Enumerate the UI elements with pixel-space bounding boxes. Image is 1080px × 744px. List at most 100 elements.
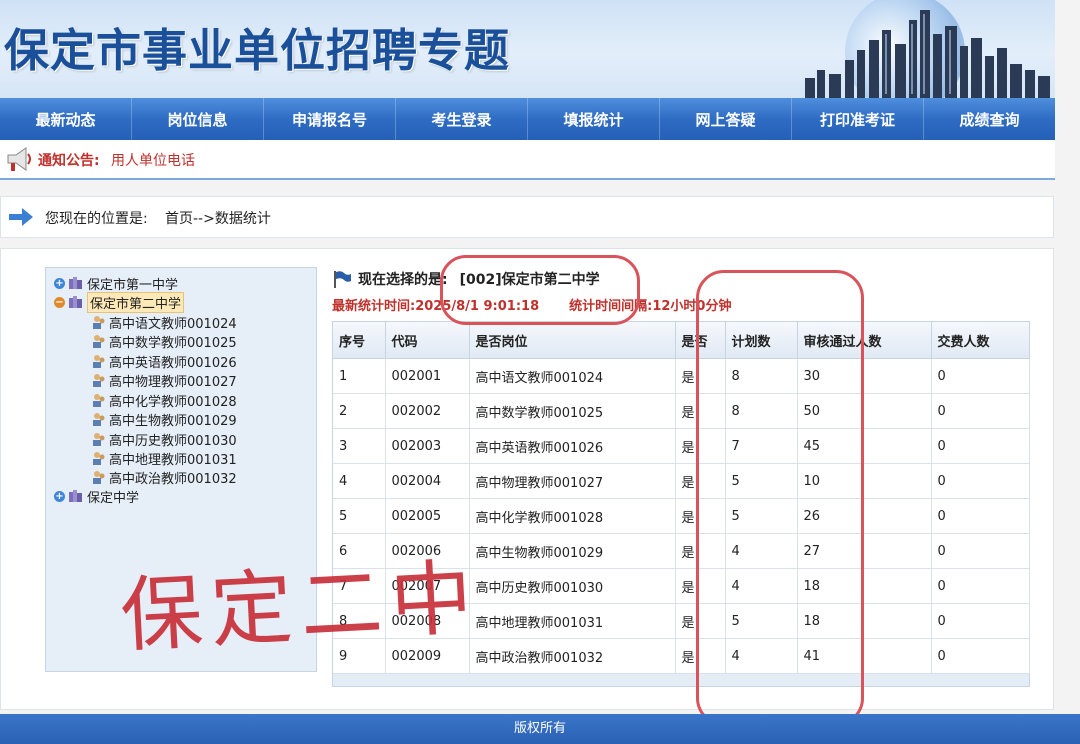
tree-leaf-label: 高中历史教师001030	[109, 433, 237, 449]
tree-node-label: 保定市第二中学	[87, 291, 185, 313]
cell-paid: 0	[931, 498, 1030, 534]
tree-leaf-position[interactable]: 高中地理教师001031	[92, 449, 237, 468]
selection-header: 现在选择的是: [002]保定市第二中学	[332, 269, 600, 289]
tree-leaf-position[interactable]: 高中政治教师001032	[92, 468, 237, 487]
cell-code: 002001	[385, 358, 470, 394]
cell-index: 6	[333, 533, 386, 569]
nav-item-latest-news[interactable]: 最新动态	[0, 98, 132, 140]
cell-approved: 41	[797, 638, 932, 674]
tree-leaf-position[interactable]: 高中历史教师001030	[92, 430, 237, 449]
cell-plan: 5	[725, 463, 798, 499]
col-header-index: 序号	[333, 322, 386, 359]
col-header-flag: 是否	[675, 322, 726, 359]
cell-code: 002005	[385, 498, 470, 534]
person-icon	[93, 471, 105, 484]
tree-node-label: 保定中学	[87, 490, 140, 506]
person-icon	[93, 413, 105, 426]
cell-flag: 是	[675, 463, 726, 499]
cell-approved: 10	[797, 463, 932, 499]
col-header-position: 是否岗位	[469, 322, 676, 359]
tree-leaf-label: 高中英语教师001026	[109, 355, 237, 371]
cell-paid: 0	[931, 358, 1030, 394]
tree-leaf-label: 高中数学教师001025	[109, 335, 237, 351]
cell-flag: 是	[675, 638, 726, 674]
cell-position: 高中生物教师001029	[469, 533, 676, 569]
cell-paid: 0	[931, 638, 1030, 674]
col-header-paid: 交费人数	[931, 322, 1030, 359]
cell-approved: 45	[797, 428, 932, 464]
cell-plan: 4	[725, 533, 798, 569]
nav-item-online-qa[interactable]: 网上答疑	[660, 98, 792, 140]
nav-item-print-admission[interactable]: 打印准考证	[792, 98, 924, 140]
stats-time-value: 2025/8/1 9:01:18	[415, 299, 540, 314]
cell-index: 5	[333, 498, 386, 534]
cell-plan: 5	[725, 498, 798, 534]
breadcrumb-label: 您现在的位置是:	[45, 211, 148, 227]
nav-item-apply-number[interactable]: 申请报名号	[264, 98, 396, 140]
cell-plan: 8	[725, 393, 798, 429]
flag-icon	[334, 271, 351, 288]
col-header-plan: 计划数	[725, 322, 798, 359]
cell-plan: 4	[725, 568, 798, 604]
breadcrumb-path: 首页-->数据统计	[165, 211, 271, 227]
notice-label: 通知公告:	[38, 153, 100, 169]
stats-interval-value: 12小时0分钟	[652, 299, 732, 314]
city-skyline-image	[805, 0, 1050, 98]
stats-line: 最新统计时间:2025/8/1 9:01:18 统计时间间隔:12小时0分钟	[332, 295, 731, 314]
nav-item-candidate-login[interactable]: 考生登录	[396, 98, 528, 140]
breadcrumb: 您现在的位置是: 首页-->数据统计	[0, 196, 1054, 238]
cell-code: 002004	[385, 463, 470, 499]
tree-leaf-position[interactable]: 高中生物教师001029	[92, 410, 237, 429]
tree-leaf-position[interactable]: 高中英语教师001026	[92, 352, 237, 371]
table-row: 6 002006 高中生物教师001029 是 4 27 0	[333, 533, 1030, 569]
tree-leaf-position[interactable]: 高中语文教师001024	[92, 313, 237, 332]
table-row: 1 002001 高中语文教师001024 是 8 30 0	[333, 358, 1030, 394]
collapse-icon[interactable]: −	[54, 296, 65, 308]
person-icon	[93, 316, 105, 329]
notice-bar: 通知公告: 用人单位电话	[0, 140, 1055, 180]
cell-paid: 0	[931, 463, 1030, 499]
tree-node-school-2[interactable]: − 保定市第二中学	[54, 291, 185, 313]
expand-icon[interactable]: +	[54, 490, 65, 502]
cell-approved: 18	[797, 603, 932, 639]
notice-marquee-text[interactable]: 用人单位电话	[111, 150, 611, 170]
tree-node-school-1[interactable]: + 保定市第一中学	[54, 274, 178, 293]
stats-interval-label: 统计时间间隔:	[569, 299, 653, 314]
selection-label: 现在选择的是:	[358, 272, 448, 288]
cell-code: 002002	[385, 393, 470, 429]
nav-item-positions[interactable]: 岗位信息	[132, 98, 264, 140]
megaphone-icon	[7, 147, 31, 171]
main-nav: 最新动态 岗位信息 申请报名号 考生登录 填报统计 网上答疑 打印准考证 成绩查…	[0, 98, 1055, 140]
cell-flag: 是	[675, 428, 726, 464]
cell-position: 高中政治教师001032	[469, 638, 676, 674]
tree-leaf-position[interactable]: 高中化学教师001028	[92, 391, 237, 410]
books-icon	[69, 296, 82, 308]
main-content: + 保定市第一中学 − 保定市第二中学 高中语文教师001024 高中数学教师0…	[0, 248, 1054, 710]
books-icon	[69, 277, 82, 289]
selection-value: [002]保定市第二中学	[459, 272, 600, 288]
tree-leaf-label: 高中化学教师001028	[109, 394, 237, 410]
table-row: 8 002008 高中地理教师001031 是 5 18 0	[333, 603, 1030, 639]
cell-index: 9	[333, 638, 386, 674]
table-row: 2 002002 高中数学教师001025 是 8 50 0	[333, 393, 1030, 429]
tree-leaf-position[interactable]: 高中数学教师001025	[92, 332, 237, 351]
cell-position: 高中化学教师001028	[469, 498, 676, 534]
cell-position: 高中英语教师001026	[469, 428, 676, 464]
person-icon	[93, 355, 105, 368]
cell-code: 002003	[385, 428, 470, 464]
cell-index: 8	[333, 603, 386, 639]
table-header-row: 序号 代码 是否岗位 是否 计划数 审核通过人数 交费人数	[333, 322, 1030, 359]
footer: 版权所有	[0, 714, 1080, 744]
cell-plan: 8	[725, 358, 798, 394]
tree-leaf-position[interactable]: 高中物理教师001027	[92, 371, 237, 390]
cell-paid: 0	[931, 428, 1030, 464]
person-icon	[93, 433, 105, 446]
nav-item-statistics[interactable]: 填报统计	[528, 98, 660, 140]
cell-plan: 4	[725, 638, 798, 674]
cell-flag: 是	[675, 603, 726, 639]
nav-item-score-query[interactable]: 成绩查询	[924, 98, 1055, 140]
cell-position: 高中语文教师001024	[469, 358, 676, 394]
expand-icon[interactable]: +	[54, 277, 65, 289]
tree-node-school-3[interactable]: + 保定中学	[54, 487, 140, 506]
cell-paid: 0	[931, 603, 1030, 639]
